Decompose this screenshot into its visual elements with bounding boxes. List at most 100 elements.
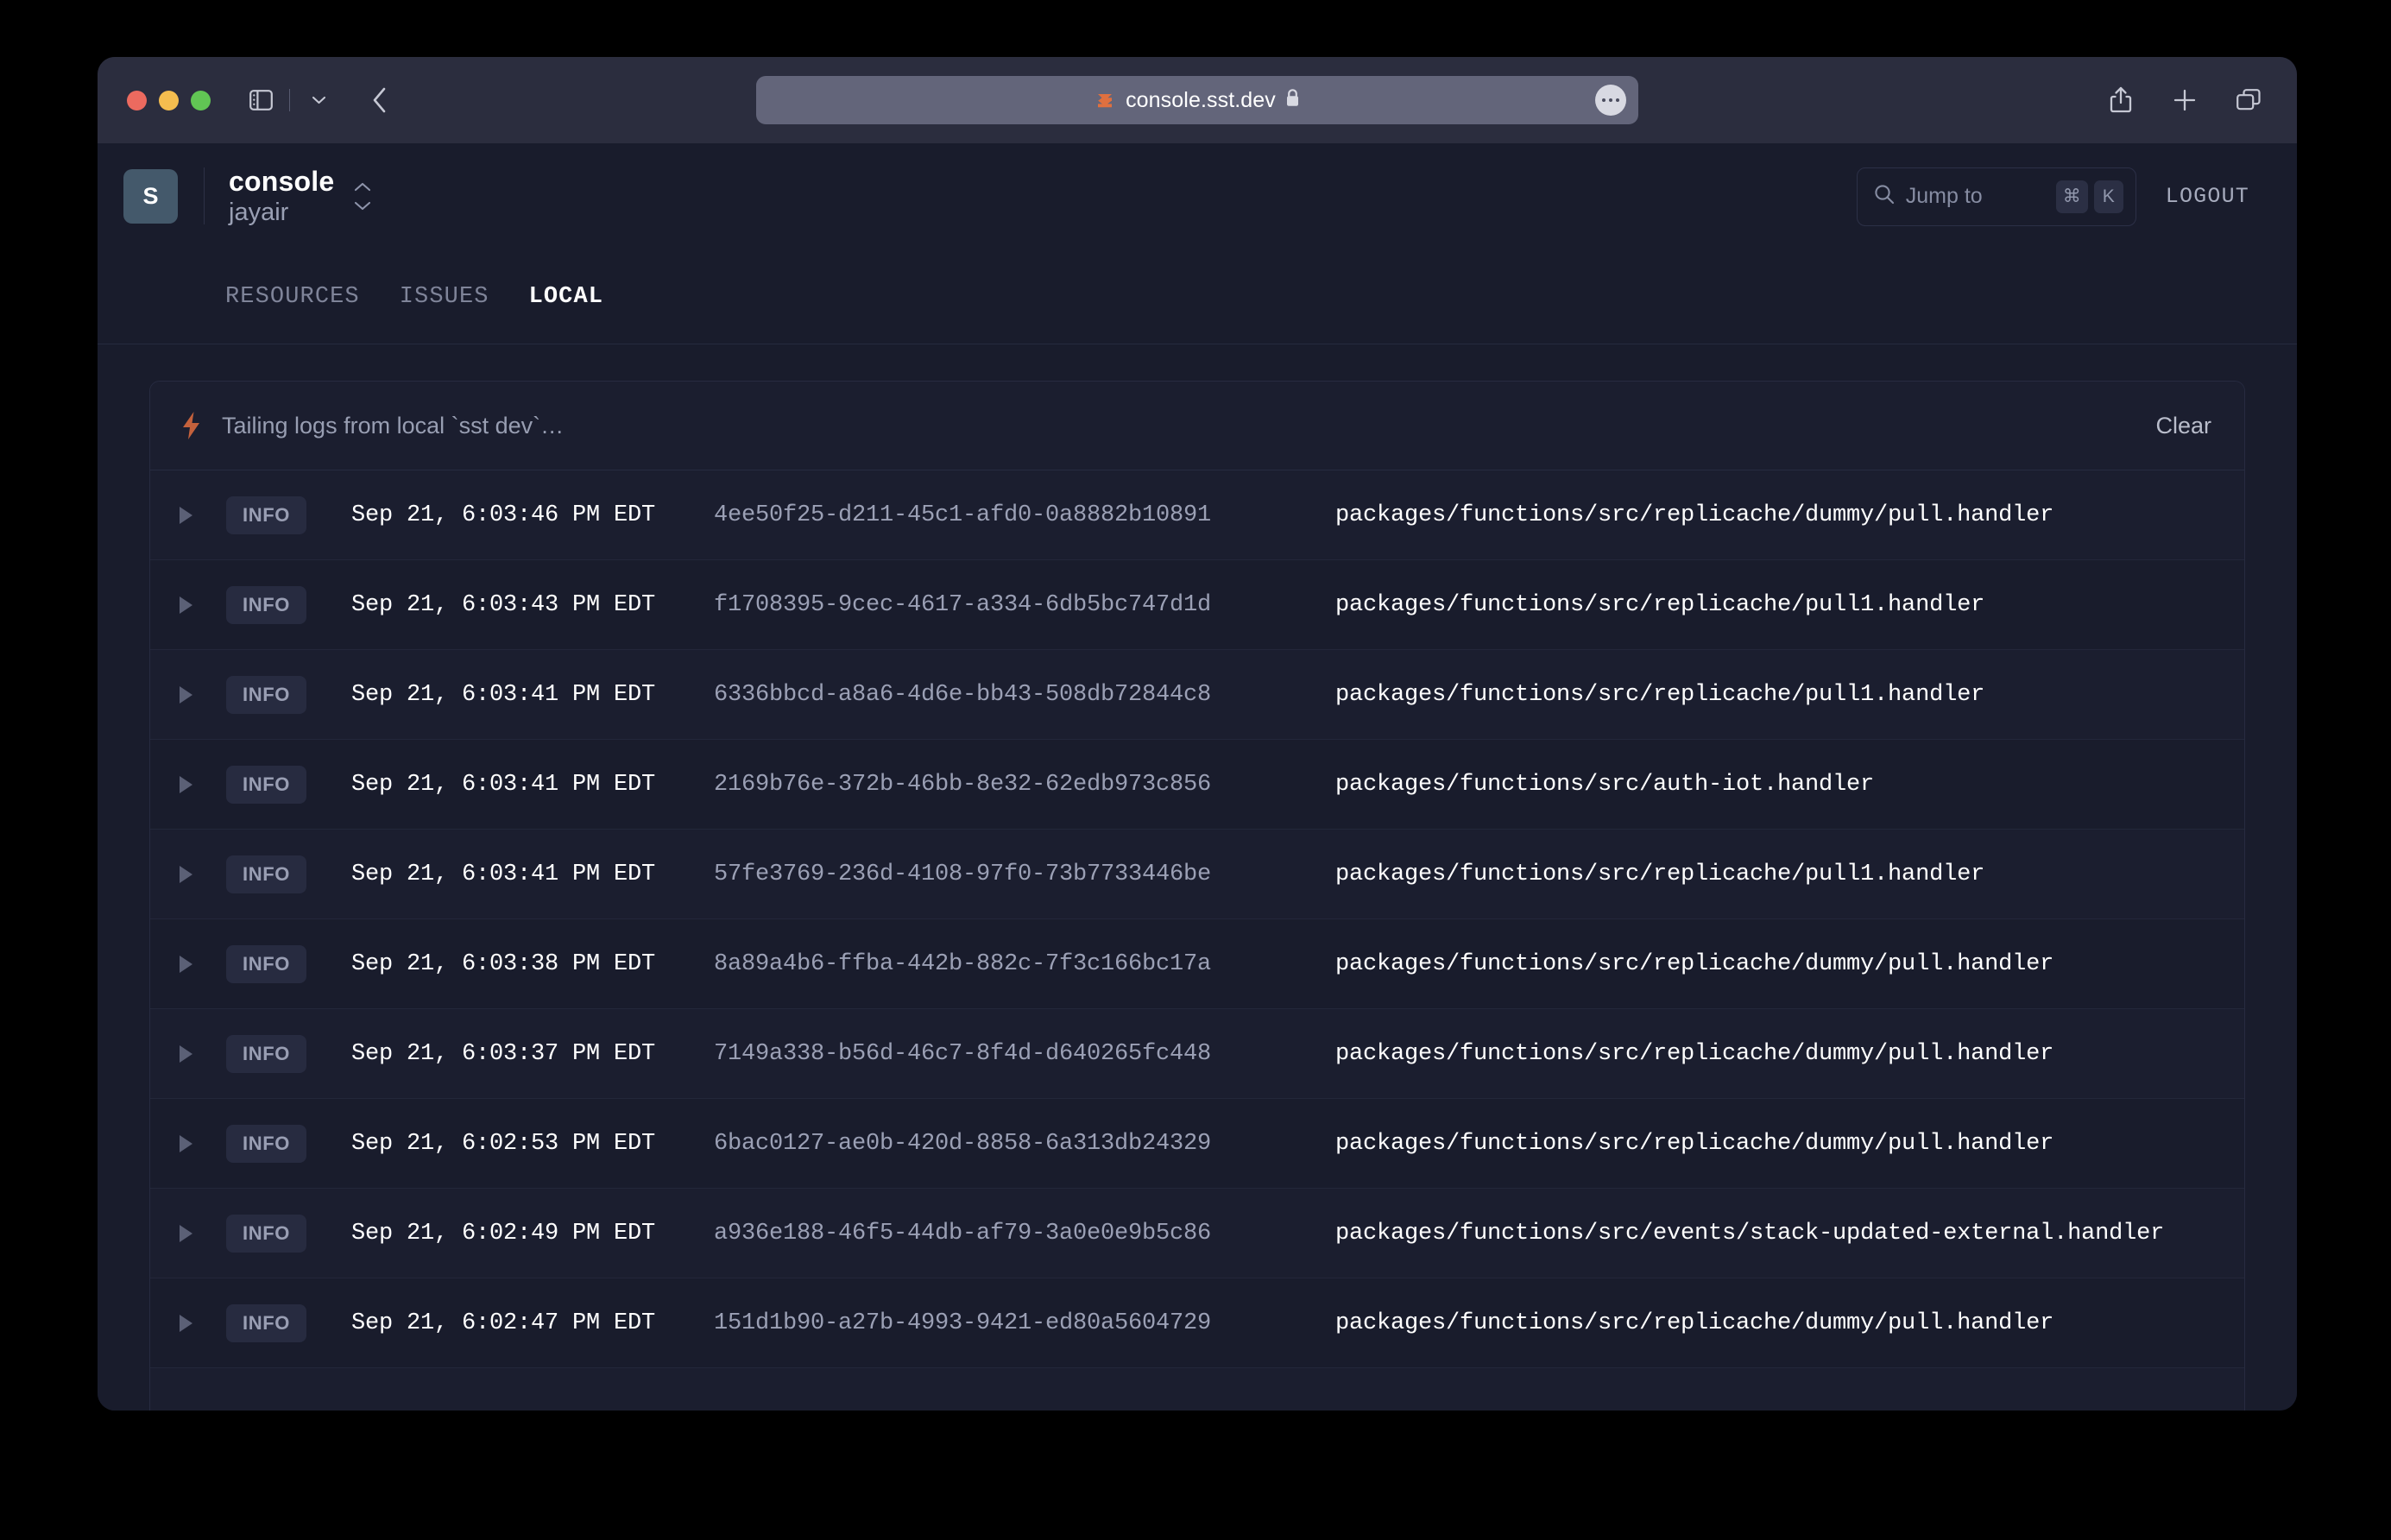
kbd-k: K [2093, 180, 2123, 213]
workspace-switcher[interactable]: S console jayair [123, 167, 372, 226]
log-timestamp: Sep 21, 6:02:53 PM EDT [350, 1130, 656, 1157]
log-handler: packages/functions/src/events/stack-upda… [1334, 1220, 2165, 1247]
sidebar-controls [242, 81, 338, 119]
expand-row-icon[interactable] [180, 865, 209, 883]
browser-window: console.sst.dev S console jayair Jump to… [98, 57, 2297, 1411]
log-timestamp: Sep 21, 6:02:49 PM EDT [350, 1220, 656, 1247]
workspace-labels: console jayair [229, 167, 334, 226]
status-badge: INFO [226, 944, 306, 983]
more-options-icon[interactable] [1595, 85, 1626, 116]
log-handler: packages/functions/src/replicache/dummy/… [1334, 1310, 2054, 1336]
lock-icon [1285, 88, 1300, 112]
kbd-command: ⌘ [2055, 180, 2088, 213]
log-request-id: 2169b76e-372b-46bb-8e32-62edb973c856 [713, 771, 1212, 798]
expand-row-icon[interactable] [180, 1134, 209, 1152]
log-handler: packages/functions/src/replicache/dummy/… [1334, 950, 2054, 977]
log-handler: packages/functions/src/replicache/pull1.… [1334, 681, 1985, 708]
status-badge: INFO [226, 765, 306, 804]
chevron-up-down-icon[interactable] [353, 181, 372, 211]
expand-row-icon[interactable] [180, 1224, 209, 1242]
status-badge: INFO [226, 855, 306, 893]
status-badge: INFO [226, 1034, 306, 1073]
table-row[interactable]: INFO Sep 21, 6:03:43 PM EDT f1708395-9ce… [150, 560, 2244, 650]
log-timestamp: Sep 21, 6:03:41 PM EDT [350, 861, 656, 887]
log-request-id: 7149a338-b56d-46c7-8f4d-d640265fc448 [713, 1040, 1212, 1067]
back-chevron-icon[interactable] [360, 81, 398, 119]
log-handler: packages/functions/src/auth-iot.handler [1334, 771, 1875, 798]
tab-local[interactable]: LOCAL [529, 284, 604, 310]
close-window-button[interactable] [127, 90, 147, 110]
table-row[interactable]: INFO Sep 21, 6:03:37 PM EDT 7149a338-b56… [150, 1009, 2244, 1099]
table-row[interactable]: INFO Sep 21, 6:03:41 PM EDT 57fe3769-236… [150, 830, 2244, 919]
expand-row-icon[interactable] [180, 596, 209, 614]
log-handler: packages/functions/src/replicache/pull1.… [1334, 861, 1985, 887]
search-input[interactable]: Jump to ⌘ K [1856, 167, 2136, 226]
expand-row-icon[interactable] [180, 1314, 209, 1332]
logs-panel-wrapper: Tailing logs from local `sst dev`… Clear… [98, 344, 2297, 1411]
status-badge: INFO [226, 585, 306, 624]
nav-tabs: RESOURCES ISSUES LOCAL [98, 249, 2297, 344]
logs-panel: Tailing logs from local `sst dev`… Clear… [149, 381, 2245, 1411]
expand-row-icon[interactable] [180, 506, 209, 524]
status-badge: INFO [226, 1303, 306, 1342]
browser-toolbar: console.sst.dev [98, 57, 2297, 143]
table-row[interactable]: INFO Sep 21, 6:03:41 PM EDT 2169b76e-372… [150, 740, 2244, 830]
table-row[interactable]: INFO Sep 21, 6:02:49 PM EDT a936e188-46f… [150, 1189, 2244, 1278]
tab-resources[interactable]: RESOURCES [225, 284, 360, 310]
search-placeholder: Jump to [1905, 184, 1983, 208]
log-request-id: f1708395-9cec-4617-a334-6db5bc747d1d [713, 591, 1212, 618]
clear-button[interactable]: Clear [2155, 413, 2211, 439]
tab-issues[interactable]: ISSUES [400, 284, 489, 310]
table-row[interactable]: INFO Sep 21, 6:03:46 PM EDT 4ee50f25-d21… [150, 470, 2244, 560]
log-request-id: 151d1b90-a27b-4993-9421-ed80a5604729 [713, 1310, 1212, 1336]
logs-list: INFO Sep 21, 6:03:46 PM EDT 4ee50f25-d21… [150, 470, 2244, 1368]
address-bar[interactable]: console.sst.dev [756, 76, 1638, 124]
zoom-window-button[interactable] [191, 90, 211, 110]
table-row[interactable]: INFO Sep 21, 6:03:41 PM EDT 6336bbcd-a8a… [150, 650, 2244, 740]
table-row[interactable]: INFO Sep 21, 6:03:38 PM EDT 8a89a4b6-ffb… [150, 919, 2244, 1009]
minimize-window-button[interactable] [159, 90, 179, 110]
log-timestamp: Sep 21, 6:03:37 PM EDT [350, 1040, 656, 1067]
expand-row-icon[interactable] [180, 1045, 209, 1063]
log-request-id: 6336bbcd-a8a6-4d6e-bb43-508db72844c8 [713, 681, 1212, 708]
log-timestamp: Sep 21, 6:03:38 PM EDT [350, 950, 656, 977]
address-bar-content: console.sst.dev [1095, 88, 1300, 113]
log-request-id: 4ee50f25-d211-45c1-afd0-0a8882b10891 [713, 502, 1212, 528]
log-timestamp: Sep 21, 6:03:46 PM EDT [350, 502, 656, 528]
header-divider [204, 167, 205, 225]
tab-overview-icon[interactable] [2230, 81, 2268, 119]
window-traffic-lights [127, 90, 211, 110]
table-row[interactable]: INFO Sep 21, 6:02:47 PM EDT 151d1b90-a27… [150, 1278, 2244, 1368]
header-actions: Jump to ⌘ K LOGOUT [1856, 167, 2249, 226]
log-timestamp: Sep 21, 6:03:41 PM EDT [350, 681, 656, 708]
search-icon [1873, 183, 1896, 210]
logout-button[interactable]: LOGOUT [2166, 184, 2249, 209]
log-request-id: 57fe3769-236d-4108-97f0-73b7733446be [713, 861, 1212, 887]
log-timestamp: Sep 21, 6:03:41 PM EDT [350, 771, 656, 798]
expand-row-icon[interactable] [180, 955, 209, 973]
sidebar-icon[interactable] [242, 81, 280, 119]
status-badge: INFO [226, 675, 306, 714]
workspace-avatar: S [123, 168, 178, 224]
log-request-id: 8a89a4b6-ffba-442b-882c-7f3c166bc17a [713, 950, 1212, 977]
status-badge: INFO [226, 495, 306, 534]
status-badge: INFO [226, 1124, 306, 1163]
log-handler: packages/functions/src/replicache/dummy/… [1334, 502, 2054, 528]
app-header: S console jayair Jump to ⌘ K LOGOUT [98, 143, 2297, 249]
toolbar-divider [289, 89, 290, 111]
app-name: console [229, 166, 335, 198]
search-shortcut: ⌘ K [2055, 180, 2123, 213]
expand-row-icon[interactable] [180, 775, 209, 793]
tailing-status-text: Tailing logs from local `sst dev`… [222, 412, 565, 439]
expand-row-icon[interactable] [180, 685, 209, 704]
user-name: jayair [229, 198, 289, 226]
share-icon[interactable] [2102, 81, 2140, 119]
url-text: console.sst.dev [1126, 87, 1276, 112]
app-container: S console jayair Jump to ⌘ K LOGOUT RESO… [98, 143, 2297, 1411]
plus-icon[interactable] [2166, 81, 2204, 119]
table-row[interactable]: INFO Sep 21, 6:02:53 PM EDT 6bac0127-ae0… [150, 1099, 2244, 1189]
log-timestamp: Sep 21, 6:03:43 PM EDT [350, 591, 656, 618]
log-request-id: 6bac0127-ae0b-420d-8858-6a313db24329 [713, 1130, 1212, 1157]
chevron-down-icon[interactable] [300, 81, 338, 119]
log-timestamp: Sep 21, 6:02:47 PM EDT [350, 1310, 656, 1336]
